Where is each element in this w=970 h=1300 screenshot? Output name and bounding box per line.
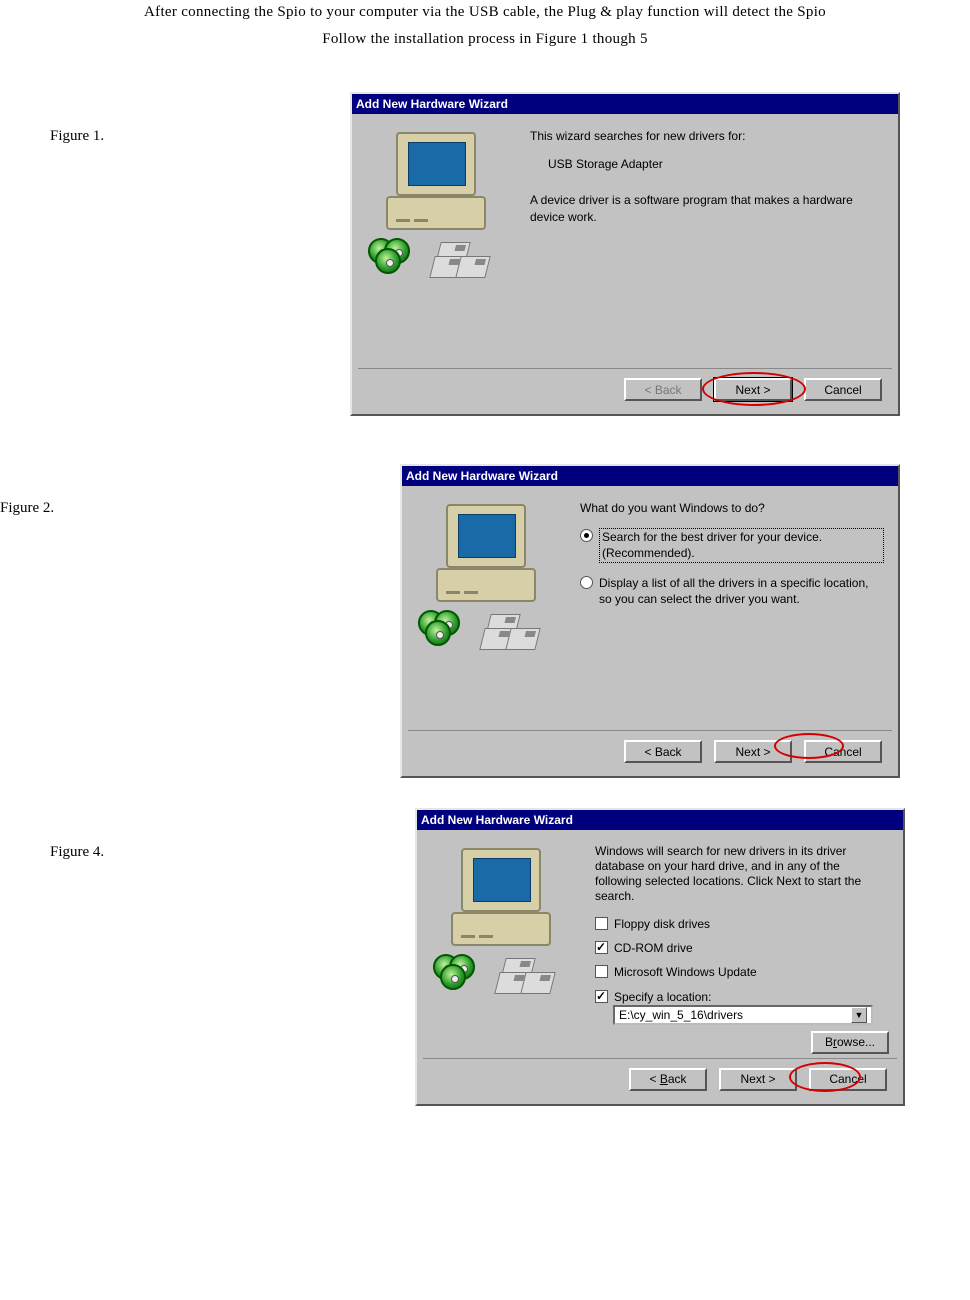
checkbox-icon (595, 941, 608, 954)
check-windows-update[interactable]: Microsoft Windows Update (595, 964, 889, 980)
document-page: After connecting the Spio to your comput… (0, 0, 970, 1106)
figure-1-row: Figure 1. Add New Hardware Wizard This w… (0, 92, 970, 416)
checkbox-icon (595, 917, 608, 930)
check-label: Specify a location: (614, 989, 889, 1005)
check-label: Microsoft Windows Update (614, 964, 889, 980)
fig1-device-name: USB Storage Adapter (548, 156, 884, 172)
wizard-illustration (366, 128, 516, 288)
intro-text: After connecting the Spio to your comput… (0, 0, 970, 48)
dialog-title: Add New Hardware Wizard (352, 94, 898, 114)
dialog-body: This wizard searches for new drivers for… (352, 114, 898, 298)
fig4-desc: Windows will search for new drivers in i… (595, 844, 889, 904)
dialog-content: What do you want Windows to do? Search f… (580, 500, 884, 660)
fig2-question: What do you want Windows to do? (580, 500, 884, 516)
check-label: CD-ROM drive (614, 940, 889, 956)
button-bar: < Back Next > Cancel (358, 368, 892, 410)
cancel-button[interactable]: Cancel (809, 1068, 887, 1091)
dialog-fig1: Add New Hardware Wizard This wizard sear… (350, 92, 900, 416)
cancel-button[interactable]: Cancel (804, 378, 882, 401)
next-button[interactable]: Next > (719, 1068, 797, 1091)
wizard-illustration (416, 500, 566, 660)
figure-4-label: Figure 4. (50, 808, 415, 861)
figure-2-row: Figure 2. Add New Hardware Wizard What d… (0, 464, 970, 778)
fig1-explain: A device driver is a software program th… (530, 192, 884, 224)
check-cdrom[interactable]: CD-ROM drive (595, 940, 889, 956)
location-input[interactable]: E:\cy_win_5_16\drivers ▼ (613, 1005, 873, 1025)
dialog-content: Windows will search for new drivers in i… (595, 844, 889, 1054)
button-bar: < Back Next > Cancel (408, 730, 892, 772)
check-label: Floppy disk drives (614, 916, 889, 932)
wizard-illustration (431, 844, 581, 1004)
checkbox-icon (595, 965, 608, 978)
dialog-title: Add New Hardware Wizard (417, 810, 903, 830)
back-button[interactable]: < Back (624, 740, 702, 763)
back-button: < Back (624, 378, 702, 401)
back-button[interactable]: < Back (629, 1068, 707, 1091)
dropdown-icon[interactable]: ▼ (851, 1007, 867, 1023)
dialog-body: Windows will search for new drivers in i… (417, 830, 903, 1058)
next-button[interactable]: Next > (714, 378, 792, 401)
figure-4-row: Figure 4. Add New Hardware Wizard Window… (0, 808, 970, 1106)
browse-button[interactable]: Browse... (811, 1031, 889, 1054)
radio-icon (580, 529, 593, 542)
dialog-fig4: Add New Hardware Wizard Windows will sea… (415, 808, 905, 1106)
location-block: E:\cy_win_5_16\drivers ▼ Browse... (613, 1005, 889, 1054)
figure-1-label: Figure 1. (50, 92, 350, 145)
intro-line-1: After connecting the Spio to your comput… (0, 4, 970, 21)
fig1-desc: This wizard searches for new drivers for… (530, 128, 884, 144)
radio-label: Search for the best driver for your devi… (599, 528, 884, 562)
check-floppy[interactable]: Floppy disk drives (595, 916, 889, 932)
dialog-body: What do you want Windows to do? Search f… (402, 486, 898, 670)
check-specify-location[interactable]: Specify a location: (595, 989, 889, 1005)
location-value: E:\cy_win_5_16\drivers (619, 1007, 743, 1023)
checkbox-icon (595, 990, 608, 1003)
radio-option-list[interactable]: Display a list of all the drivers in a s… (580, 575, 884, 607)
next-button[interactable]: Next > (714, 740, 792, 763)
dialog-content: This wizard searches for new drivers for… (530, 128, 884, 288)
dialog-title: Add New Hardware Wizard (402, 466, 898, 486)
dialog-fig2: Add New Hardware Wizard What do you want… (400, 464, 900, 778)
cancel-button[interactable]: Cancel (804, 740, 882, 763)
figure-2-label: Figure 2. (0, 464, 400, 517)
radio-label: Display a list of all the drivers in a s… (599, 575, 884, 607)
intro-line-2: Follow the installation process in Figur… (0, 31, 970, 48)
radio-icon (580, 576, 593, 589)
radio-option-recommended[interactable]: Search for the best driver for your devi… (580, 528, 884, 562)
button-bar: < Back Next > Cancel (423, 1058, 897, 1100)
